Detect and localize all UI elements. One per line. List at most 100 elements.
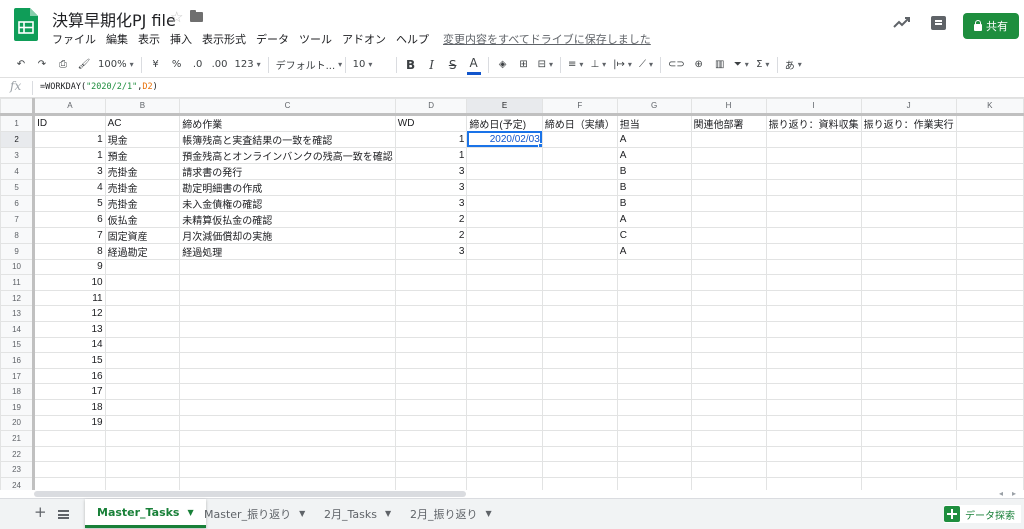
cell-i12[interactable] — [765, 289, 862, 307]
cell-h9[interactable] — [690, 242, 767, 260]
cell-d14[interactable] — [394, 320, 468, 338]
cell-b9[interactable]: 経過勘定 — [104, 242, 181, 260]
cell-b23[interactable] — [104, 461, 181, 478]
cell-k12[interactable] — [955, 289, 1024, 307]
cell-h17[interactable] — [690, 367, 767, 385]
tab-menu-caret-icon[interactable]: ▼ — [385, 509, 391, 518]
cell-c15[interactable] — [179, 336, 396, 354]
paint-format-icon[interactable]: 🖌 — [77, 55, 91, 75]
cell-a1[interactable]: ID — [33, 113, 106, 132]
cell-k23[interactable] — [955, 461, 1024, 478]
cell-h11[interactable] — [690, 274, 767, 291]
cell-g19[interactable] — [616, 398, 692, 416]
cell-e2[interactable]: 2020/02/03 — [466, 130, 543, 148]
cell-i17[interactable] — [765, 367, 862, 385]
cell-c13[interactable] — [179, 305, 396, 322]
row-header[interactable]: 10 — [0, 258, 36, 276]
cell-d17[interactable] — [394, 367, 468, 385]
folder-icon[interactable] — [190, 10, 203, 22]
cell-a5[interactable]: 4 — [33, 178, 106, 196]
tab-menu-caret-icon[interactable]: ▼ — [486, 509, 492, 518]
cell-k7[interactable] — [955, 210, 1024, 228]
redo-icon[interactable]: ↷ — [35, 55, 49, 75]
cell-j3[interactable] — [860, 146, 957, 164]
cell-k15[interactable] — [955, 336, 1024, 354]
cell-c23[interactable] — [179, 461, 396, 478]
menu-edit[interactable]: 編集 — [106, 31, 128, 47]
cell-a15[interactable]: 14 — [33, 336, 106, 354]
cell-d23[interactable] — [394, 461, 468, 478]
cell-c8[interactable]: 月次減価償却の実施 — [179, 226, 396, 244]
filter-icon[interactable]: ⏷ — [734, 55, 749, 75]
cell-e24[interactable] — [466, 476, 543, 490]
cell-g22[interactable] — [616, 445, 692, 463]
cell-j18[interactable] — [860, 383, 957, 400]
cell-e8[interactable] — [466, 226, 543, 244]
row-header[interactable]: 17 — [0, 367, 36, 385]
cell-i7[interactable] — [765, 210, 862, 228]
cell-h5[interactable] — [690, 178, 767, 196]
cell-c1[interactable]: 締め作業 — [179, 113, 396, 132]
cell-g11[interactable] — [616, 274, 692, 291]
cell-d15[interactable] — [394, 336, 468, 354]
tab-feb-review[interactable]: 2月_振り返り ▼ — [398, 499, 504, 528]
cell-k3[interactable] — [955, 146, 1024, 164]
cell-i9[interactable] — [765, 242, 862, 260]
cell-f12[interactable] — [541, 289, 618, 307]
cell-a11[interactable]: 10 — [33, 274, 106, 291]
cell-b1[interactable]: AC — [104, 113, 181, 132]
cell-f7[interactable] — [541, 210, 618, 228]
cell-j24[interactable] — [860, 476, 957, 490]
cell-i24[interactable] — [765, 476, 862, 490]
cell-j23[interactable] — [860, 461, 957, 478]
cell-b8[interactable]: 固定資産 — [104, 226, 181, 244]
menu-tools[interactable]: ツール — [299, 31, 332, 47]
cell-f17[interactable] — [541, 367, 618, 385]
cell-j4[interactable] — [860, 162, 957, 180]
cell-b22[interactable] — [104, 445, 181, 463]
cell-b10[interactable] — [104, 258, 181, 276]
cell-h7[interactable] — [690, 210, 767, 228]
cell-e19[interactable] — [466, 398, 543, 416]
cell-i11[interactable] — [765, 274, 862, 291]
cell-a3[interactable]: 1 — [33, 146, 106, 164]
bold-button[interactable]: B — [404, 55, 418, 75]
cell-k10[interactable] — [955, 258, 1024, 276]
cell-c18[interactable] — [179, 383, 396, 400]
menu-data[interactable]: データ — [256, 31, 289, 47]
cell-c3[interactable]: 預金残高とオンラインバンクの残高一致を確認 — [179, 146, 396, 164]
column-header-g[interactable]: G — [616, 98, 692, 116]
cell-i21[interactable] — [765, 430, 862, 447]
formula-input[interactable]: =WORKDAY("2020/2/1",D2) — [40, 82, 158, 92]
cell-j12[interactable] — [860, 289, 957, 307]
tab-menu-caret-icon[interactable]: ▼ — [299, 509, 305, 518]
cell-e5[interactable] — [466, 178, 543, 196]
cell-j16[interactable] — [860, 352, 957, 369]
cell-b17[interactable] — [104, 367, 181, 385]
cell-b3[interactable]: 預金 — [104, 146, 181, 164]
cell-d8[interactable]: 2 — [394, 226, 468, 244]
increase-decimal-button[interactable]: .00 — [212, 55, 228, 75]
cell-g18[interactable] — [616, 383, 692, 400]
cell-h15[interactable] — [690, 336, 767, 354]
column-header-j[interactable]: J — [860, 98, 957, 116]
row-header[interactable]: 22 — [0, 445, 36, 463]
column-header-e[interactable]: E — [466, 98, 543, 116]
cell-k5[interactable] — [955, 178, 1024, 196]
cell-c22[interactable] — [179, 445, 396, 463]
cell-k9[interactable] — [955, 242, 1024, 260]
cell-d3[interactable]: 1 — [394, 146, 468, 164]
cell-k2[interactable] — [955, 130, 1024, 148]
cell-b20[interactable] — [104, 414, 181, 432]
cell-a16[interactable]: 15 — [33, 352, 106, 369]
cell-i3[interactable] — [765, 146, 862, 164]
cell-j9[interactable] — [860, 242, 957, 260]
cell-h18[interactable] — [690, 383, 767, 400]
cell-e23[interactable] — [466, 461, 543, 478]
cell-g21[interactable] — [616, 430, 692, 447]
cell-c21[interactable] — [179, 430, 396, 447]
cell-f14[interactable] — [541, 320, 618, 338]
cell-c12[interactable] — [179, 289, 396, 307]
cell-a17[interactable]: 16 — [33, 367, 106, 385]
row-header[interactable]: 12 — [0, 289, 36, 307]
